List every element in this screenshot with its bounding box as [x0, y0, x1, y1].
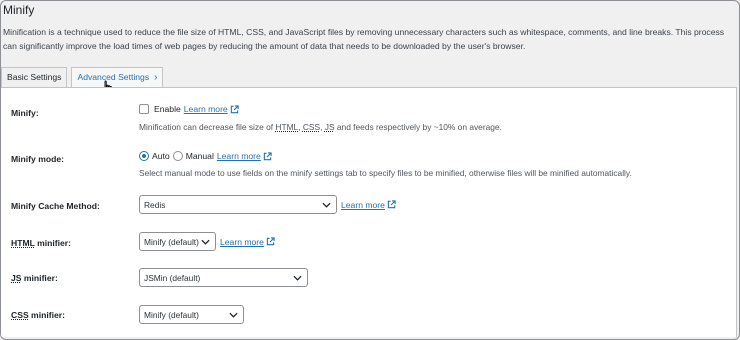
label-text: minifier: [28, 310, 65, 320]
link-text: Learn more [183, 104, 228, 114]
label-abbr: JS [11, 273, 22, 283]
mode-manual-radio[interactable] [172, 151, 183, 161]
desc-text: and feeds respectively by ~10% on averag… [334, 122, 502, 132]
minify-mode-description: Select manual mode to use fields on the … [139, 168, 632, 178]
link-text: Learn more [341, 199, 385, 210]
link-text: Learn more [220, 236, 264, 247]
mode-manual-label: Manual [185, 151, 214, 161]
html-minifier-select[interactable]: Minify (default) [139, 232, 216, 251]
select-value: JSMin (default) [144, 272, 201, 283]
label-abbr: HTML [11, 238, 35, 248]
desc-abbr-html: HTML [275, 122, 299, 132]
minify-learn-more-link[interactable]: Learn more [184, 104, 239, 114]
minify-mode-controls: Auto Manual Learn more [139, 151, 272, 161]
cache-learn-more-link[interactable]: Learn more [341, 200, 396, 210]
link-text: Learn more [216, 151, 261, 161]
minify-label: Minify: [11, 108, 39, 118]
intro-text: Minification is a technique used to redu… [3, 27, 725, 51]
external-link-icon [230, 104, 239, 113]
select-value: Minify (default) [144, 309, 199, 320]
chevron-right-icon: › [154, 72, 158, 83]
minify-enable-checkbox[interactable] [139, 104, 149, 114]
label-text: minifier: [34, 238, 72, 248]
cache-method-label: Minify Cache Method: [11, 201, 100, 211]
html-learn-more-link[interactable]: Learn more [220, 237, 275, 247]
external-link-icon [387, 200, 396, 209]
label-abbr: CSS [11, 310, 29, 320]
html-minifier-label: HTML minifier: [11, 238, 71, 248]
desc-text: Minification can decrease file size of [139, 122, 276, 132]
mode-auto-label: Auto [152, 151, 170, 161]
external-link-icon [266, 237, 275, 246]
select-value: Minify (default) [144, 236, 199, 247]
css-minifier-select[interactable]: Minify (default) [139, 305, 244, 324]
chevron-down-icon [322, 202, 331, 208]
select-value: Redis [144, 199, 166, 210]
chevron-down-icon [293, 275, 302, 281]
cache-method-select[interactable]: Redis [139, 195, 337, 214]
js-minifier-controls: JSMin (default) [139, 268, 312, 287]
cache-method-controls: Redis Learn more [139, 195, 396, 214]
css-minifier-label: CSS minifier: [11, 310, 65, 320]
html-minifier-controls: Minify (default) Learn more [139, 232, 275, 251]
label-text: minifier: [21, 273, 58, 283]
tab-bar: Basic Settings Advanced Settings › [1, 67, 167, 87]
css-minifier-controls: Minify (default) [139, 305, 248, 324]
mode-auto-radio[interactable] [139, 151, 149, 161]
chevron-down-icon [201, 239, 210, 245]
chevron-down-icon [229, 312, 238, 318]
js-minifier-select[interactable]: JSMin (default) [139, 268, 308, 287]
desc-abbr-css: CSS [302, 122, 321, 132]
minify-enable-label: Enable [154, 104, 181, 114]
page-title: Minify [3, 3, 35, 17]
external-link-icon [263, 151, 272, 160]
mode-learn-more-link[interactable]: Learn more [217, 151, 272, 161]
tab-basic-settings[interactable]: Basic Settings [1, 67, 68, 87]
minify-description: Minification can decrease file size of H… [139, 122, 502, 132]
minify-controls: Enable Learn more [139, 104, 239, 114]
tab-label: Basic Settings [7, 72, 62, 82]
js-minifier-label: JS minifier: [11, 273, 58, 283]
settings-panel: Minify: Enable Learn more Minification c… [1, 87, 737, 337]
settings-window: Minify Minification is a technique used … [0, 0, 740, 340]
minify-mode-label: Minify mode: [11, 154, 64, 164]
tab-advanced-settings[interactable]: Advanced Settings › [71, 67, 164, 87]
desc-abbr-js: JS [324, 122, 335, 132]
